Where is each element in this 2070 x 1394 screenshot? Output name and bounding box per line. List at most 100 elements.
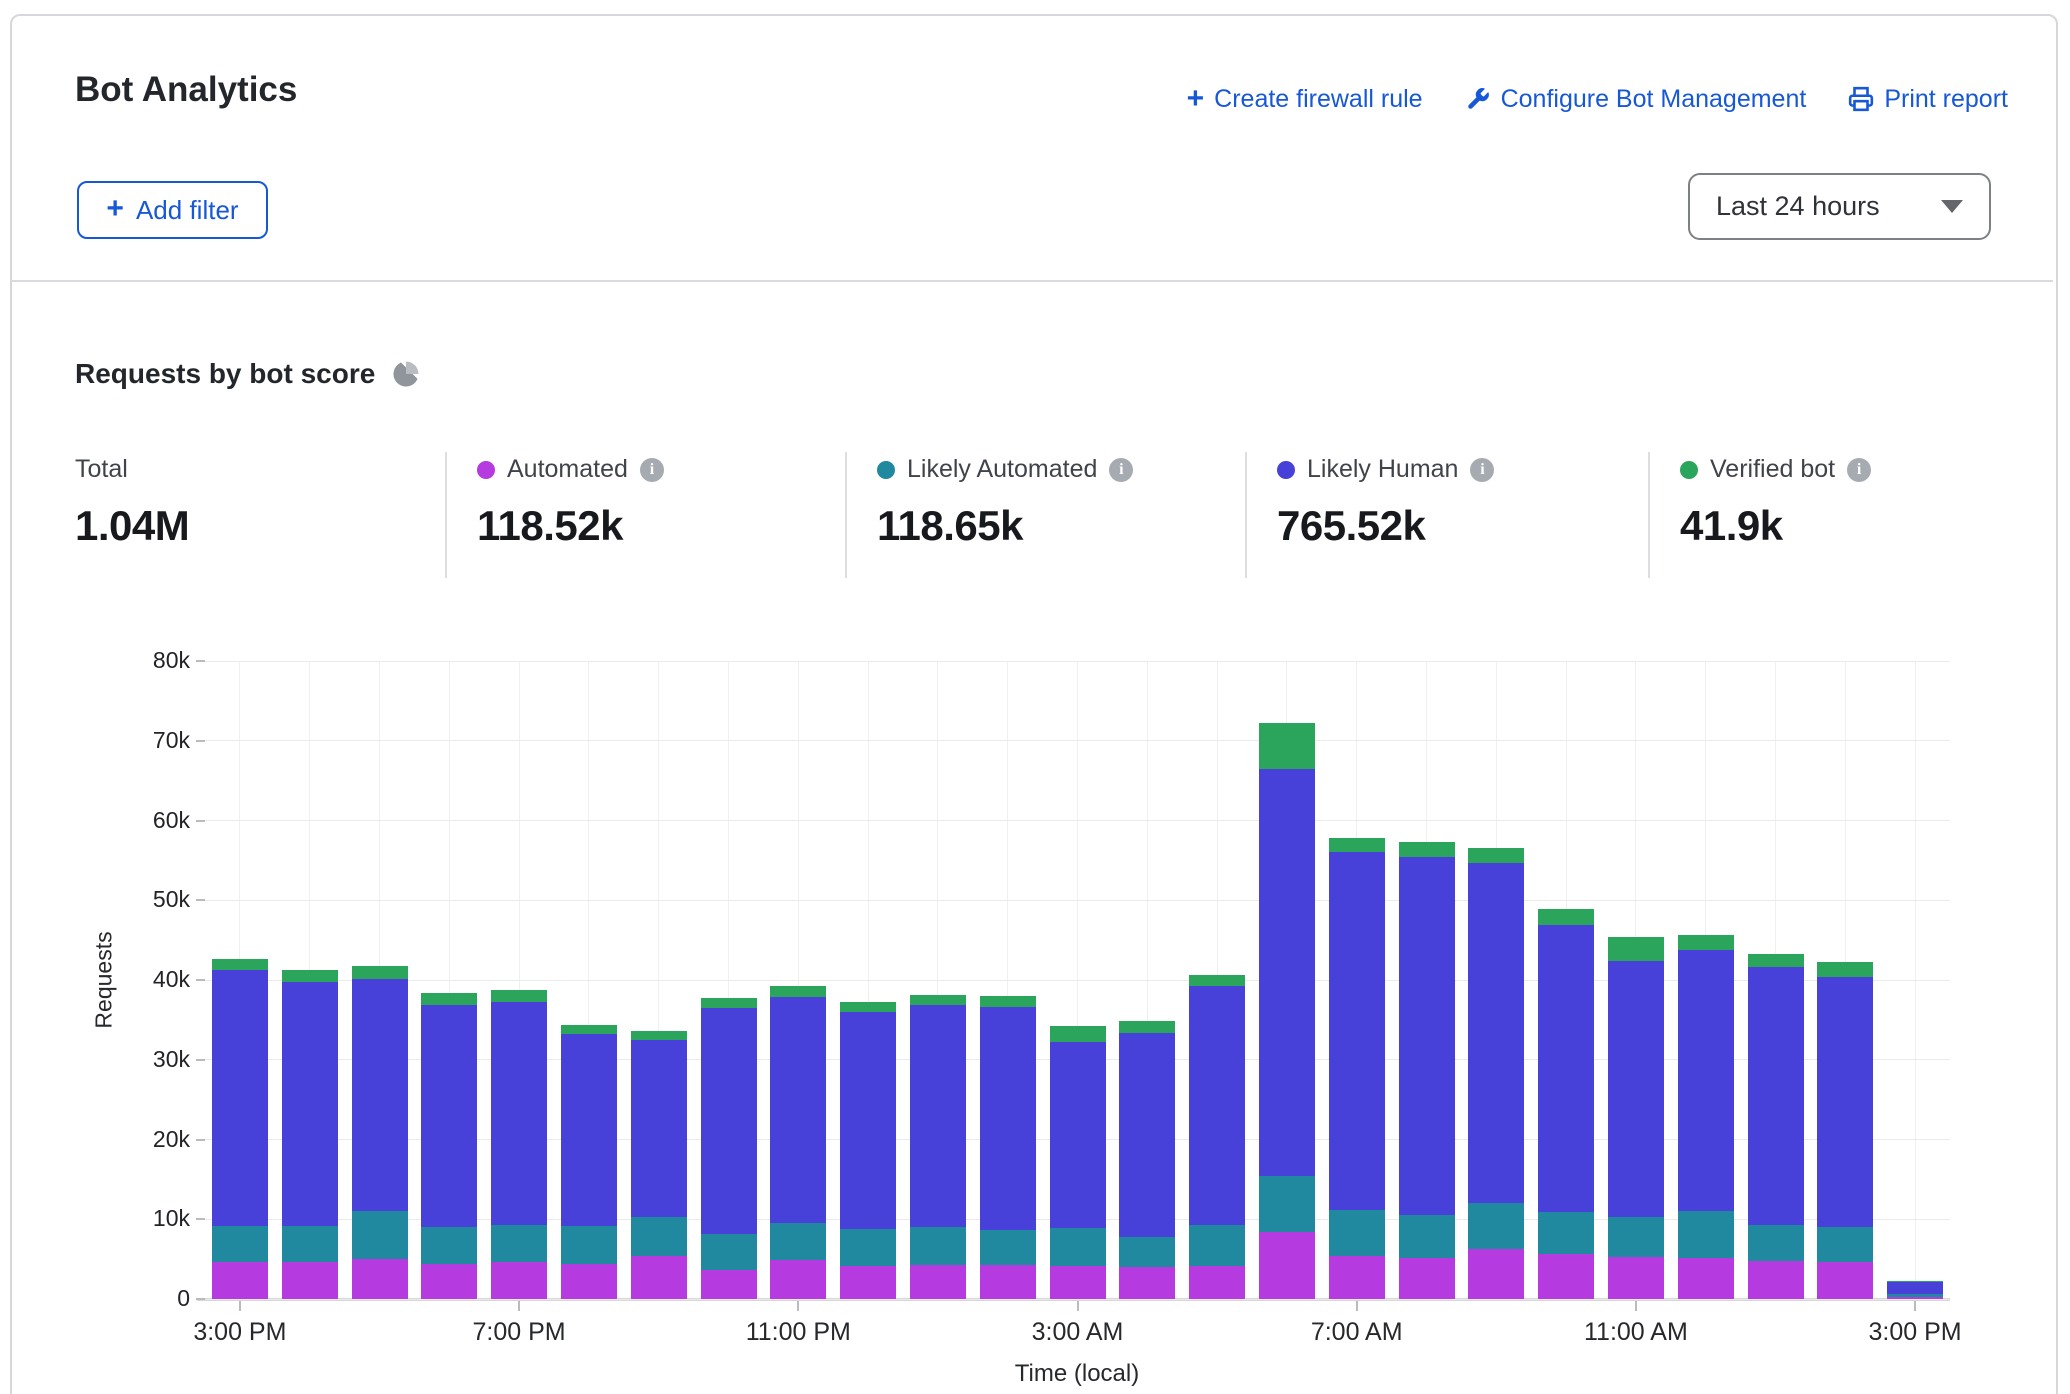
- bar-segment[interactable]: [421, 993, 477, 1005]
- bar-segment[interactable]: [421, 1005, 477, 1228]
- bar-segment[interactable]: [1748, 1261, 1804, 1299]
- time-range-dropdown[interactable]: Last 24 hours: [1688, 173, 1991, 240]
- bar-segment[interactable]: [1608, 1257, 1664, 1299]
- bar-segment[interactable]: [491, 1002, 547, 1225]
- print-report-link[interactable]: Print report: [1848, 85, 2008, 114]
- bar-segment[interactable]: [910, 995, 966, 1005]
- bar-segment[interactable]: [561, 1264, 617, 1299]
- bar-segment[interactable]: [282, 1262, 338, 1299]
- bar-segment[interactable]: [561, 1226, 617, 1263]
- bar-segment[interactable]: [1678, 1211, 1734, 1257]
- bar-segment[interactable]: [282, 982, 338, 1226]
- info-icon[interactable]: i: [1847, 458, 1871, 482]
- bar-segment[interactable]: [1259, 723, 1315, 768]
- bar-segment[interactable]: [1329, 1256, 1385, 1299]
- bar-segment[interactable]: [1538, 1254, 1594, 1299]
- bar-segment[interactable]: [1399, 857, 1455, 1215]
- bar-segment[interactable]: [1189, 1225, 1245, 1266]
- bar-segment[interactable]: [910, 1005, 966, 1228]
- bar-segment[interactable]: [352, 966, 408, 979]
- bar-segment[interactable]: [1748, 1225, 1804, 1261]
- bar-segment[interactable]: [1189, 986, 1245, 1224]
- bar-segment[interactable]: [1608, 1217, 1664, 1257]
- bar-segment[interactable]: [631, 1217, 687, 1256]
- bar-segment[interactable]: [1538, 909, 1594, 925]
- bar-segment[interactable]: [840, 1002, 896, 1012]
- bar-segment[interactable]: [1817, 1262, 1873, 1299]
- bar-segment[interactable]: [491, 1262, 547, 1299]
- bar-segment[interactable]: [1399, 1258, 1455, 1299]
- bar-segment[interactable]: [840, 1266, 896, 1299]
- bar-segment[interactable]: [491, 1225, 547, 1262]
- bar-segment[interactable]: [631, 1031, 687, 1040]
- info-icon[interactable]: i: [1470, 458, 1494, 482]
- bar-segment[interactable]: [770, 1260, 826, 1299]
- bar-segment[interactable]: [421, 1227, 477, 1264]
- bar-segment[interactable]: [1817, 977, 1873, 1227]
- bar-segment[interactable]: [1050, 1026, 1106, 1042]
- bar-segment[interactable]: [1817, 962, 1873, 976]
- bar-segment[interactable]: [701, 1270, 757, 1299]
- bar-segment[interactable]: [352, 979, 408, 1211]
- bar-segment[interactable]: [631, 1256, 687, 1299]
- bar-segment[interactable]: [1468, 863, 1524, 1203]
- bar-segment[interactable]: [1329, 852, 1385, 1210]
- bar-segment[interactable]: [1050, 1266, 1106, 1299]
- info-icon[interactable]: i: [640, 458, 664, 482]
- bar-segment[interactable]: [1050, 1228, 1106, 1265]
- bar-segment[interactable]: [1678, 950, 1734, 1212]
- bar-segment[interactable]: [631, 1040, 687, 1217]
- bar-segment[interactable]: [1119, 1267, 1175, 1299]
- bar-segment[interactable]: [212, 1226, 268, 1263]
- bar-segment[interactable]: [1119, 1021, 1175, 1032]
- bar-segment[interactable]: [1399, 842, 1455, 857]
- bar-segment[interactable]: [421, 1264, 477, 1299]
- bar-segment[interactable]: [701, 1234, 757, 1270]
- bar-segment[interactable]: [212, 959, 268, 970]
- bar-segment[interactable]: [1608, 961, 1664, 1217]
- bar-segment[interactable]: [1468, 1249, 1524, 1299]
- bar-segment[interactable]: [561, 1025, 617, 1035]
- bar-segment[interactable]: [840, 1012, 896, 1229]
- bar-segment[interactable]: [1817, 1227, 1873, 1262]
- bar-segment[interactable]: [980, 1230, 1036, 1264]
- bar-segment[interactable]: [701, 998, 757, 1008]
- bar-segment[interactable]: [212, 970, 268, 1225]
- bar-segment[interactable]: [701, 1008, 757, 1234]
- bar-segment[interactable]: [1189, 975, 1245, 986]
- add-filter-button[interactable]: + Add filter: [77, 181, 268, 239]
- bar-segment[interactable]: [1329, 838, 1385, 852]
- bar-segment[interactable]: [1329, 1210, 1385, 1256]
- bar-segment[interactable]: [770, 986, 826, 996]
- bar-segment[interactable]: [212, 1262, 268, 1299]
- bar-segment[interactable]: [561, 1034, 617, 1226]
- bar-segment[interactable]: [1399, 1215, 1455, 1258]
- bar-segment[interactable]: [980, 1265, 1036, 1299]
- bar-segment[interactable]: [1050, 1042, 1106, 1228]
- bar-segment[interactable]: [1259, 1176, 1315, 1232]
- bar-segment[interactable]: [1678, 935, 1734, 950]
- bar-segment[interactable]: [282, 970, 338, 981]
- bar-segment[interactable]: [1887, 1297, 1943, 1299]
- bar-segment[interactable]: [840, 1229, 896, 1266]
- bar-segment[interactable]: [1119, 1033, 1175, 1237]
- bar-segment[interactable]: [1468, 848, 1524, 862]
- bar-segment[interactable]: [1678, 1258, 1734, 1299]
- bar-segment[interactable]: [1468, 1203, 1524, 1249]
- bar-segment[interactable]: [1259, 1232, 1315, 1299]
- bar-segment[interactable]: [910, 1265, 966, 1299]
- bar-segment[interactable]: [1887, 1294, 1943, 1296]
- bar-segment[interactable]: [1608, 937, 1664, 961]
- bar-segment[interactable]: [491, 990, 547, 1002]
- bar-segment[interactable]: [1119, 1237, 1175, 1267]
- bar-segment[interactable]: [770, 997, 826, 1223]
- bar-segment[interactable]: [1538, 1212, 1594, 1254]
- bar-segment[interactable]: [980, 996, 1036, 1007]
- bar-segment[interactable]: [770, 1223, 826, 1260]
- bar-segment[interactable]: [1748, 954, 1804, 968]
- bar-segment[interactable]: [1887, 1281, 1943, 1282]
- bar-segment[interactable]: [1189, 1266, 1245, 1299]
- configure-bot-management-link[interactable]: Configure Bot Management: [1465, 85, 1807, 114]
- bar-segment[interactable]: [1748, 967, 1804, 1225]
- bar-segment[interactable]: [910, 1227, 966, 1264]
